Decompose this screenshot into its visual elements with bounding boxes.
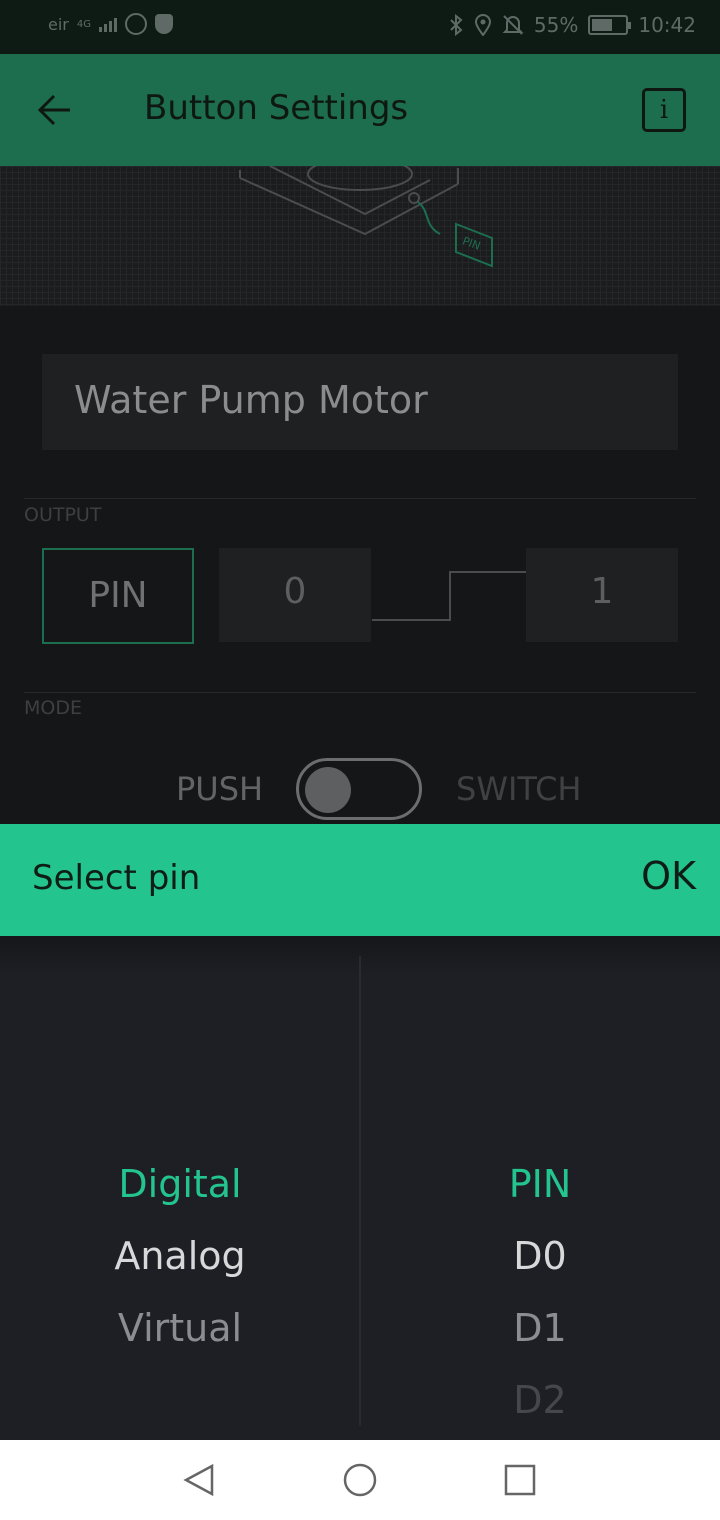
carrier-name: eir	[48, 14, 69, 34]
picker-item-analog[interactable]: Analog	[0, 1234, 360, 1278]
status-bar: eir 4G 55% 10:42	[0, 0, 720, 54]
toggle-knob	[305, 767, 351, 813]
select-pin-header: Select pin OK	[0, 824, 720, 936]
step-signal-line	[372, 571, 526, 621]
location-icon	[474, 14, 491, 36]
mute-icon	[502, 15, 524, 35]
push-mode-label: PUSH	[176, 770, 264, 808]
page-title: Button Settings	[144, 88, 409, 128]
pin-selector-button[interactable]: PIN	[42, 548, 194, 644]
nav-home-button[interactable]	[340, 1460, 380, 1500]
ok-button[interactable]: OK	[641, 854, 696, 898]
divider	[24, 692, 696, 693]
system-nav-bar	[0, 1440, 720, 1520]
mode-section-label: MODE	[24, 697, 82, 719]
picker-item-pin[interactable]: PIN	[360, 1162, 720, 1206]
picker-item-digital[interactable]: Digital	[0, 1162, 360, 1206]
select-pin-title: Select pin	[32, 858, 201, 898]
info-button[interactable]: i	[642, 88, 686, 132]
switch-mode-label: SWITCH	[456, 770, 582, 808]
divider	[24, 498, 696, 499]
button-device-illustration: PIN	[239, 166, 493, 268]
nav-recents-button[interactable]	[500, 1460, 540, 1500]
pin-picker: Digital Analog Virtual PIN D0 D1 D2	[0, 936, 720, 1440]
signal-icon	[99, 16, 117, 32]
app-bar: Button Settings i	[0, 54, 720, 166]
pin-tag-label: PIN	[461, 234, 482, 252]
low-value-input[interactable]: 0	[219, 548, 371, 642]
battery-percent: 55%	[533, 13, 579, 37]
widget-name-input[interactable]: Water Pump Motor	[42, 354, 678, 450]
output-section-label: OUTPUT	[24, 504, 102, 526]
picker-item-d0[interactable]: D0	[360, 1234, 720, 1278]
arrow-left-icon	[37, 94, 70, 126]
settings-content: PIN Water Pump Motor OUTPUT PIN 0 1 MODE…	[0, 166, 720, 824]
picker-item-d2[interactable]: D2	[360, 1378, 720, 1422]
nav-back-button[interactable]	[180, 1460, 220, 1500]
battery-icon	[588, 15, 632, 35]
shield-icon	[155, 14, 173, 34]
clock: 10:42	[638, 13, 696, 37]
whatsapp-icon	[125, 13, 147, 35]
picker-item-d1[interactable]: D1	[360, 1306, 720, 1350]
pin-type-wheel[interactable]: Digital Analog Virtual	[0, 936, 360, 1440]
network-type: 4G	[76, 18, 91, 30]
back-button[interactable]	[30, 84, 82, 136]
mode-toggle[interactable]	[296, 758, 422, 820]
high-value-input[interactable]: 1	[526, 548, 678, 642]
picker-item-virtual[interactable]: Virtual	[0, 1306, 360, 1350]
pin-number-wheel[interactable]: PIN D0 D1 D2	[360, 936, 720, 1440]
bluetooth-icon	[450, 14, 463, 36]
button-illustration: PIN	[0, 166, 720, 306]
